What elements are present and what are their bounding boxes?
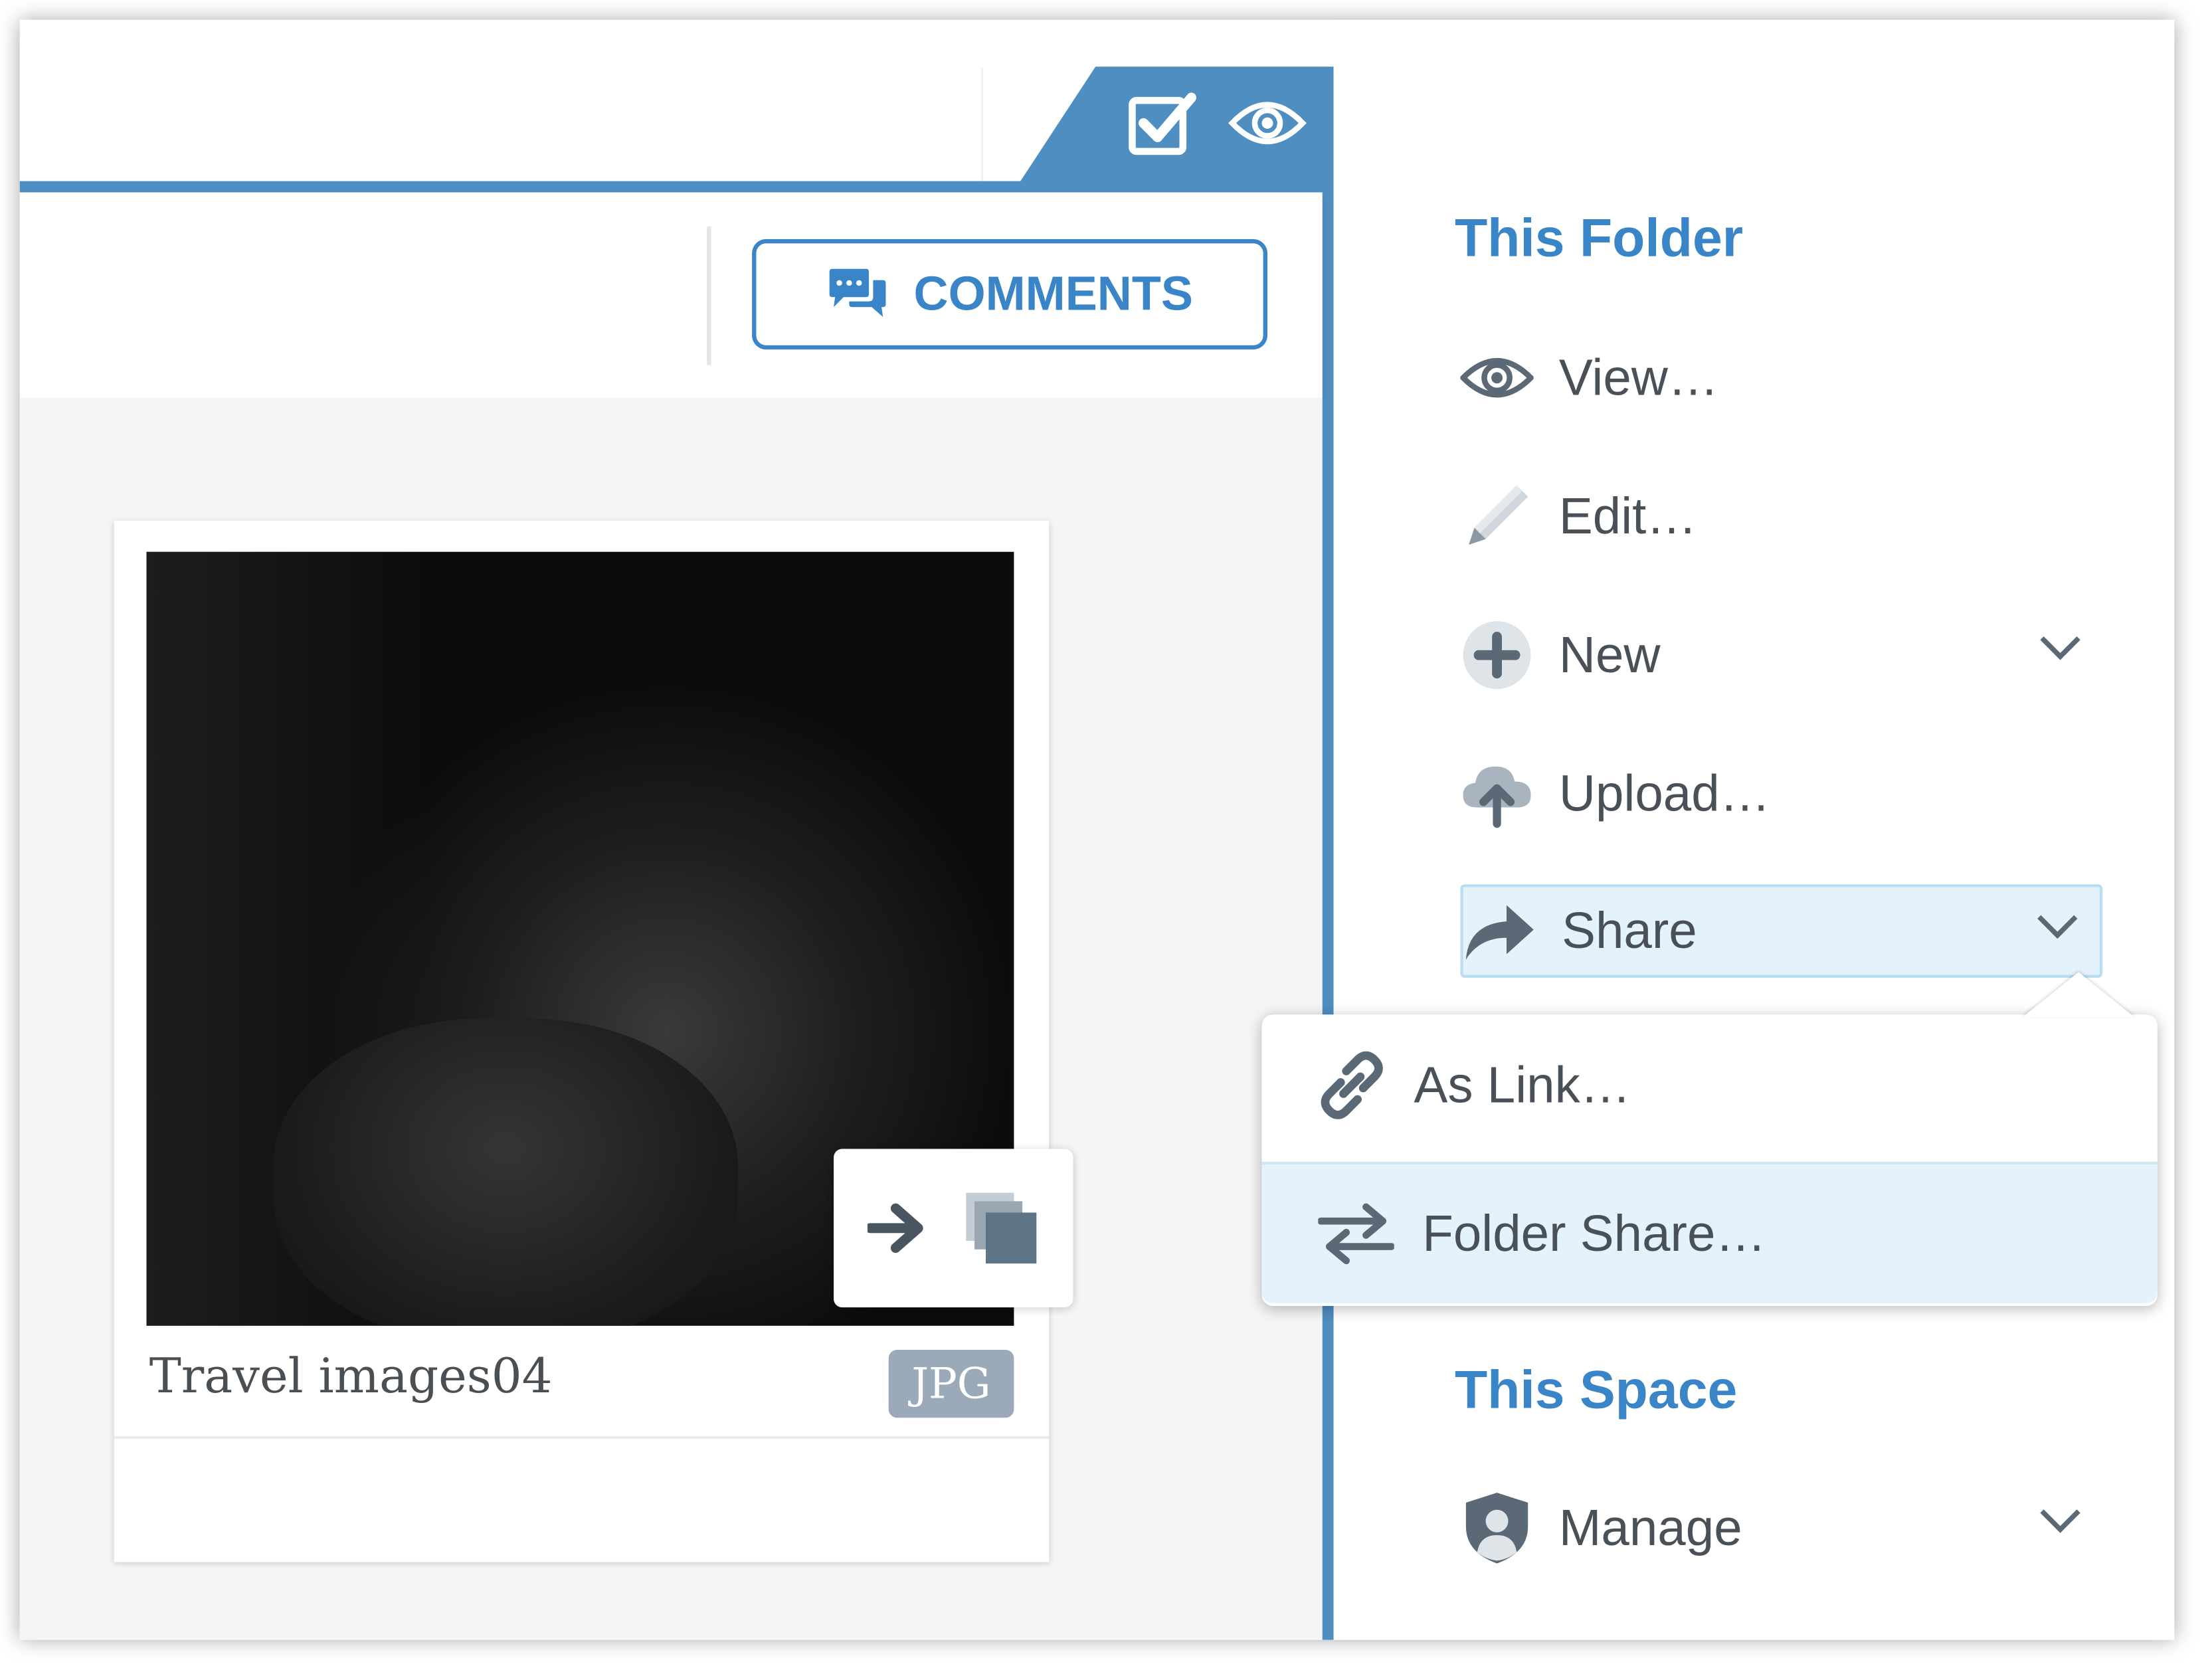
sidebar-item-new[interactable]: New — [1460, 608, 2102, 702]
sidebar-item-label: Edit… — [1558, 486, 1697, 545]
eye-icon — [1460, 357, 1534, 398]
cloud-upload-icon — [1463, 766, 1531, 828]
plus-circle-icon — [1463, 621, 1531, 690]
sidebar-item-label: Upload… — [1558, 764, 1771, 822]
comments-label: COMMENTS — [913, 266, 1193, 321]
sidebar-item-view[interactable]: View… — [1460, 331, 2102, 424]
chevron-down-icon[interactable] — [2038, 1507, 2083, 1535]
sidebar-item-manage[interactable]: Manage — [1460, 1481, 2102, 1575]
section-title-this-space: This Space — [1454, 1361, 1738, 1421]
swap-arrows-icon — [1318, 1203, 1394, 1265]
app-frame: COMMENTS Travel images04 JPG This Folder… — [19, 19, 2175, 1640]
sidebar-item-label: View… — [1558, 347, 1719, 407]
shield-user-icon — [1465, 1493, 1528, 1564]
thumbnail-actions — [834, 1149, 1073, 1308]
sidebar-item-upload[interactable]: Upload… — [1460, 747, 2102, 841]
checkbox-icon[interactable] — [1127, 89, 1202, 160]
sidebar-item-label: Share — [1562, 901, 1697, 960]
sidebar: This Folder View… Edit… New Upload… Shar… — [1333, 19, 2175, 1640]
sidebar-item-share[interactable]: Share — [1460, 884, 2103, 978]
share-dropdown: As Link… Folder Share… — [1261, 972, 2158, 1306]
share-menu-label: As Link… — [1414, 1055, 1631, 1114]
arrow-right-icon[interactable] — [867, 1200, 929, 1256]
comments-button[interactable]: COMMENTS — [752, 238, 1267, 350]
sidebar-item-label: New — [1558, 625, 1661, 684]
share-menu-as-link[interactable]: As Link… — [1262, 1014, 2158, 1156]
chevron-down-icon[interactable] — [2035, 913, 2080, 941]
file-type-badge: JPG — [888, 1350, 1014, 1418]
view-mode-tab — [1016, 66, 1334, 187]
share-menu-folder-share[interactable]: Folder Share… — [1261, 1161, 2158, 1303]
chevron-down-icon[interactable] — [2038, 634, 2083, 662]
share-menu-label: Folder Share… — [1422, 1204, 1766, 1262]
pencil-icon — [1469, 485, 1528, 545]
comments-icon — [829, 268, 886, 318]
link-icon — [1321, 1051, 1383, 1119]
file-card[interactable]: Travel images04 JPG — [114, 520, 1073, 1562]
content-header: COMMENTS — [19, 192, 1323, 398]
section-title-this-folder: This Folder — [1454, 209, 1744, 269]
sidebar-item-edit[interactable]: Edit… — [1460, 470, 2102, 563]
share-arrow-icon — [1465, 905, 1534, 960]
file-name[interactable]: Travel images04 — [149, 1348, 553, 1405]
eye-icon[interactable] — [1228, 95, 1307, 151]
copy-icon[interactable] — [963, 1190, 1039, 1266]
sidebar-item-label: Manage — [1558, 1498, 1742, 1557]
content-area: Travel images04 JPG — [19, 397, 1323, 1640]
